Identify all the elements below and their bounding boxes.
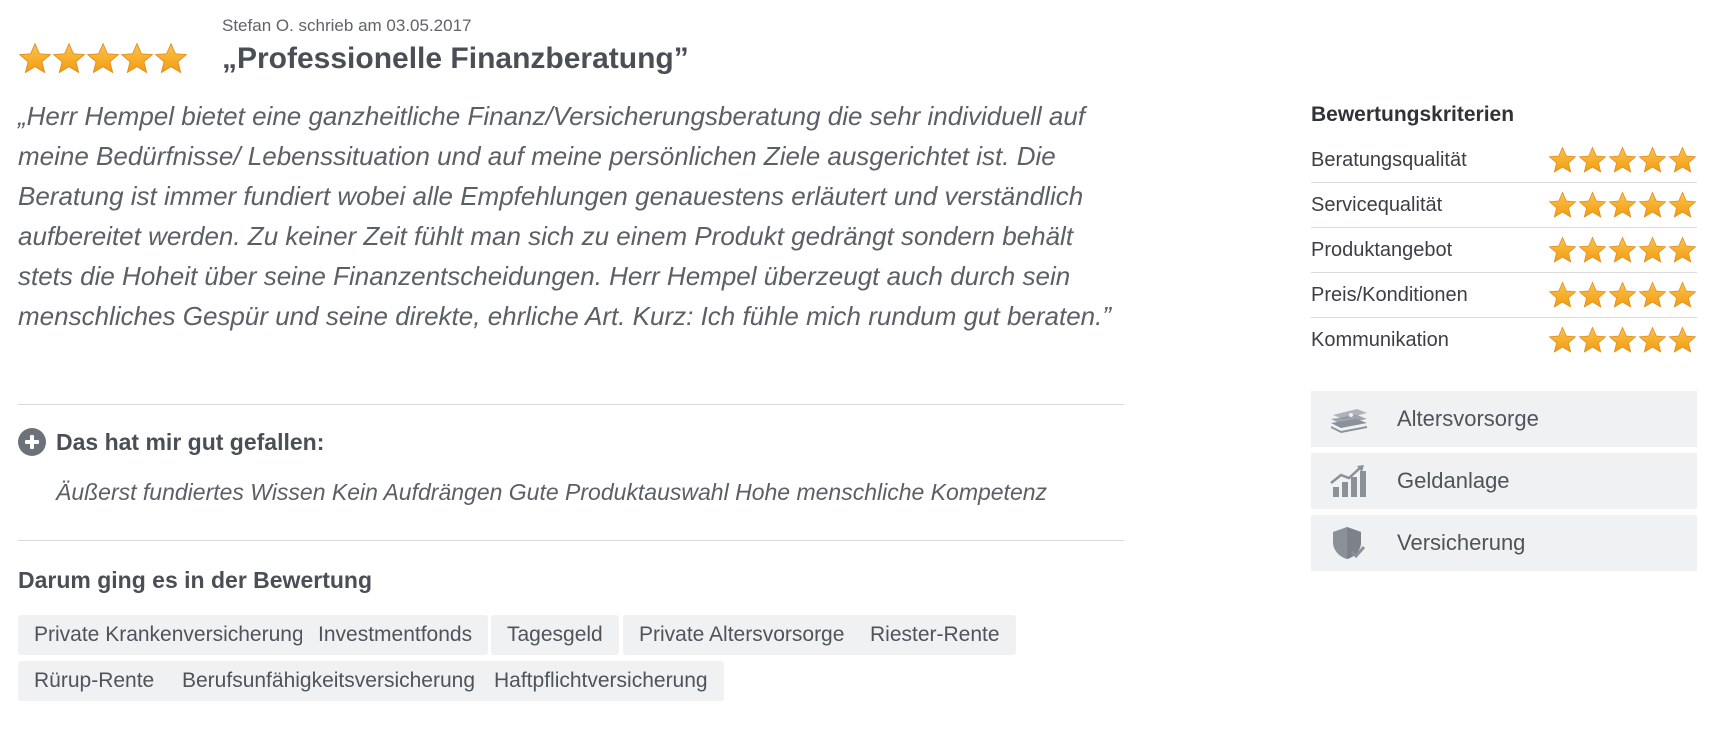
star-icon (1548, 191, 1577, 220)
star-icon (1608, 191, 1637, 220)
overall-rating-stars (18, 42, 188, 76)
star-icon (1548, 146, 1577, 175)
star-icon (1608, 326, 1637, 355)
star-icon (1578, 281, 1607, 310)
star-icon (1608, 236, 1637, 265)
review-author-date: Stefan O. schrieb am 03.05.2017 (222, 16, 472, 35)
criteria-heading: Bewertungskriterien (1311, 103, 1515, 126)
star-icon (18, 42, 52, 76)
criteria-label: Produktangebot (1311, 238, 1453, 261)
star-icon (1668, 146, 1697, 175)
criteria-rating-stars (1548, 191, 1697, 220)
category-altersvorsorge[interactable]: Altersvorsorge (1311, 391, 1697, 447)
star-icon (1548, 281, 1577, 310)
criteria-row: Servicequalität (1311, 183, 1697, 228)
criteria-row: Kommunikation (1311, 318, 1697, 363)
criteria-rating-stars (1548, 326, 1697, 355)
topic-tag: Riester-Rente (854, 615, 1016, 655)
star-icon (1638, 281, 1667, 310)
star-icon (1638, 326, 1667, 355)
liked-text: Äußerst fundiertes Wissen Kein Aufdränge… (56, 479, 1048, 505)
shield-check-icon (1333, 527, 1366, 559)
criteria-row: Beratungsqualität (1311, 138, 1697, 183)
category-versicherung[interactable]: Versicherung (1311, 515, 1697, 571)
liked-section-header: Das hat mir gut gefallen: (18, 428, 324, 456)
divider (18, 540, 1124, 541)
topic-tag: Investmentfonds (302, 615, 489, 655)
star-icon (1548, 236, 1577, 265)
category-geldanlage[interactable]: Geldanlage (1311, 453, 1697, 509)
star-icon (1578, 326, 1607, 355)
growth-chart-icon (1330, 465, 1366, 497)
star-icon (1608, 146, 1637, 175)
liked-label: Das hat mir gut gefallen: (56, 428, 325, 455)
criteria-rating-stars (1548, 281, 1697, 310)
star-icon (1578, 236, 1607, 265)
star-icon (1548, 326, 1577, 355)
plus-circle-icon (18, 428, 46, 456)
topic-tag: Tagesgeld (491, 615, 619, 655)
category-label: Altersvorsorge (1397, 406, 1539, 431)
criteria-label: Kommunikation (1311, 329, 1449, 351)
criteria-label: Servicequalität (1311, 193, 1443, 216)
star-icon (1668, 191, 1697, 220)
topic-tag: Private Krankenversicherung (18, 615, 320, 655)
star-icon (120, 42, 154, 76)
star-icon (154, 42, 188, 76)
divider (18, 404, 1124, 405)
star-icon (86, 42, 120, 76)
star-icon (1638, 146, 1667, 175)
topics-heading: Darum ging es in der Bewertung (18, 567, 372, 593)
star-icon (1578, 191, 1607, 220)
star-icon (1608, 281, 1637, 310)
star-icon (1668, 281, 1697, 310)
star-icon (1668, 236, 1697, 265)
topic-tag: Private Altersvorsorge (623, 615, 861, 655)
star-icon (1638, 236, 1667, 265)
star-icon (1638, 191, 1667, 220)
criteria-row: Preis/Konditionen (1311, 273, 1697, 318)
category-label: Versicherung (1397, 530, 1526, 555)
criteria-rating-stars (1548, 236, 1697, 265)
criteria-label: Beratungsqualität (1311, 148, 1467, 171)
criteria-list: Beratungsqualität Servicequalität Produkta… (1311, 138, 1697, 363)
review-text: „Herr Hempel bietet eine ganzheitliche F… (18, 101, 1112, 331)
star-icon (1578, 146, 1607, 175)
star-icon (1668, 326, 1697, 355)
star-icon (52, 42, 86, 76)
criteria-label: Preis/Konditionen (1311, 283, 1468, 306)
criteria-rating-stars (1548, 146, 1697, 175)
review-title: „Professionelle Finanzberatung” (222, 42, 689, 75)
money-stack-icon (1331, 409, 1367, 433)
topic-tag: Haftpflichtversicherung (478, 661, 724, 701)
category-label: Geldanlage (1397, 468, 1510, 493)
topic-tag: Berufsunfähigkeitsversicherung (166, 661, 491, 701)
topic-tag: Rürup-Rente (18, 661, 171, 701)
criteria-row: Produktangebot (1311, 228, 1697, 273)
